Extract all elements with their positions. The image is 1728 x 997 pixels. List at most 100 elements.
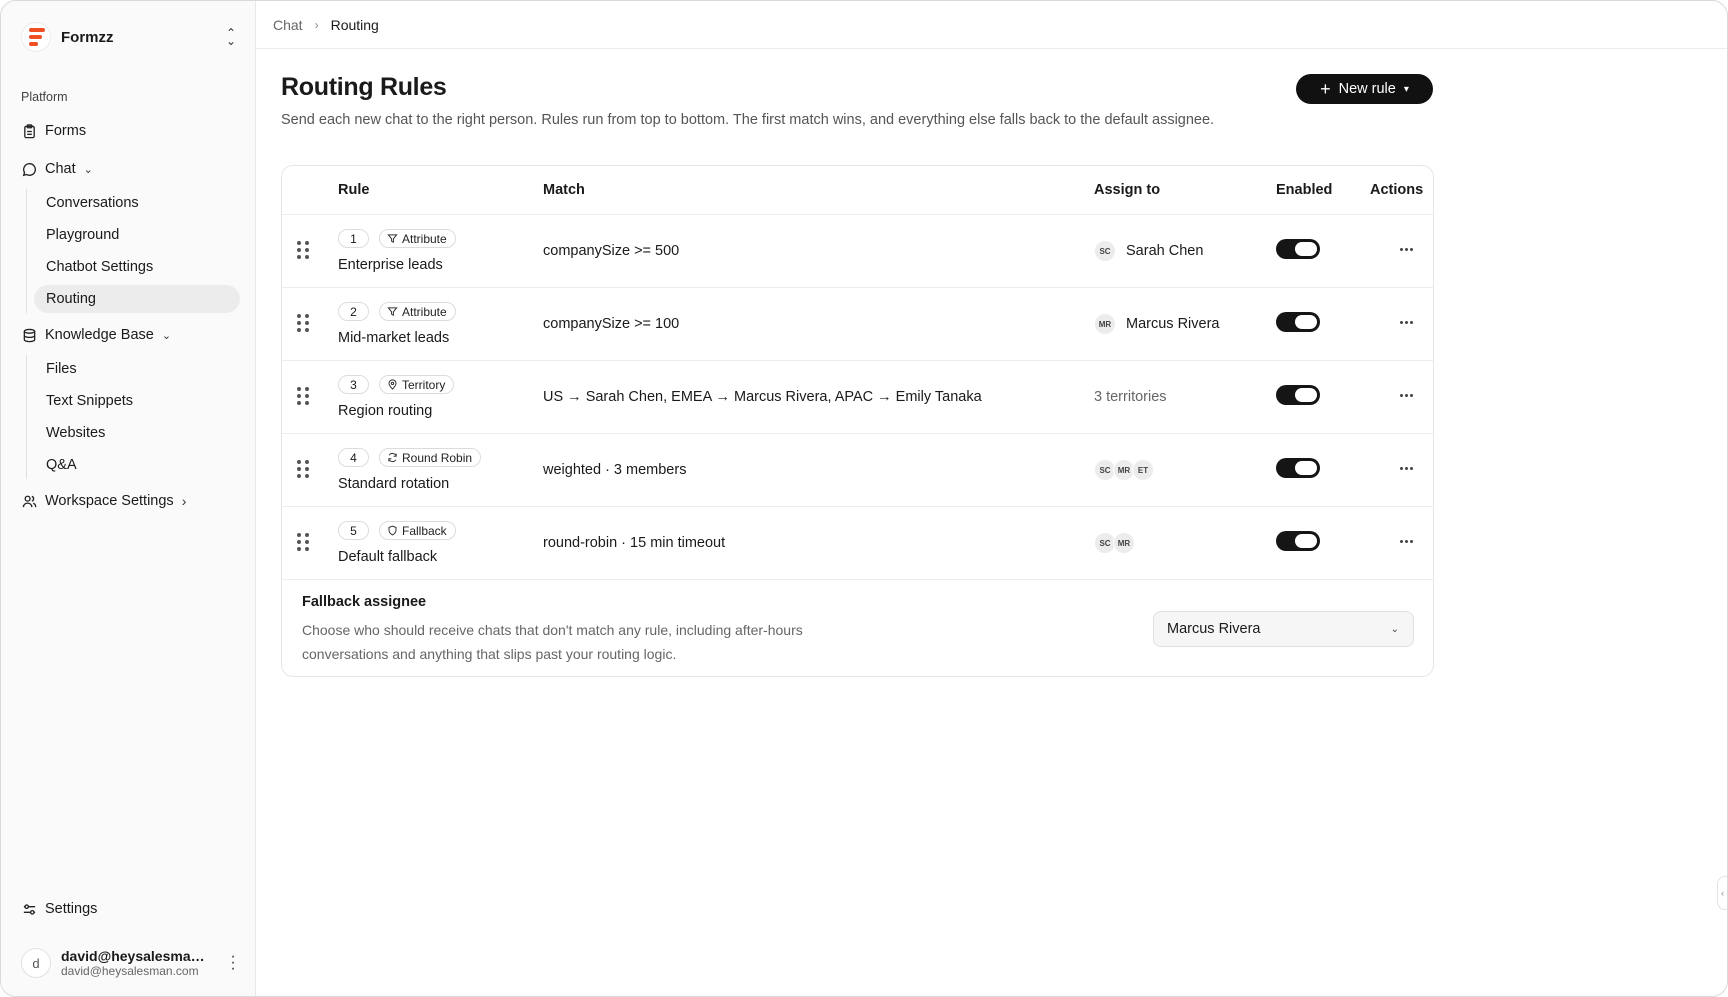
more-vertical-icon[interactable]: · · · xyxy=(225,949,241,977)
chevron-up-down-icon: ⌃ ⌄ xyxy=(225,26,237,48)
rule-assignee: SC Sarah Chen xyxy=(1094,239,1203,263)
rule-type-label: Round Robin xyxy=(402,450,473,465)
refresh-icon xyxy=(388,452,397,463)
fallback-assignee-section: Fallback assignee Choose who should rece… xyxy=(282,580,1433,676)
routing-rules-table: Rule Match Assign to Enabled Actions 1 A… xyxy=(281,165,1434,677)
chevron-down-icon: ⌄ xyxy=(161,329,172,342)
avatar: d xyxy=(21,948,51,978)
nav-tree-line xyxy=(26,189,27,313)
rule-name: Enterprise leads xyxy=(338,257,443,273)
rule-order-badge: 5 xyxy=(338,521,369,540)
more-horizontal-icon[interactable] xyxy=(1394,312,1418,332)
plus-icon: + xyxy=(1320,79,1331,99)
fallback-assignee-select[interactable]: Marcus Rivera ⌄ xyxy=(1153,611,1414,647)
rule-type-badge: Attribute xyxy=(379,302,456,321)
sidebar: Formzz ⌃ ⌄ Platform Forms Chat ⌄ Conversa… xyxy=(1,1,256,996)
sidebar-item-conversations[interactable]: Conversations xyxy=(34,189,240,217)
table-header: Rule Match Assign to Enabled Actions xyxy=(282,166,1433,215)
clipboard-icon xyxy=(21,123,37,139)
sidebar-item-knowledge-base[interactable]: Knowledge Base ⌄ xyxy=(21,321,171,349)
more-horizontal-icon[interactable] xyxy=(1394,458,1418,478)
rule-match: companySize >= 500 xyxy=(543,243,680,259)
table-row: 2 Attribute Mid-market leads companySize… xyxy=(282,288,1433,361)
column-header-match: Match xyxy=(543,182,585,198)
rule-match: weighted · 3 members xyxy=(543,462,687,478)
user-name: david@heysalesman.com xyxy=(61,948,211,964)
page-title: Routing Rules xyxy=(281,73,447,101)
sidebar-item-label: Knowledge Base xyxy=(45,327,154,343)
rule-match: US → Sarah Chen, EMEA → Marcus Rivera, A… xyxy=(543,389,982,405)
chevron-down-icon: ▾ xyxy=(1403,83,1409,95)
drag-handle-icon[interactable] xyxy=(297,533,309,551)
sidebar-item-chatbot-settings[interactable]: Chatbot Settings xyxy=(34,253,240,281)
column-header-rule: Rule xyxy=(338,182,370,198)
sidebar-item-settings[interactable]: Settings xyxy=(21,895,97,923)
sidebar-item-forms[interactable]: Forms xyxy=(21,117,86,145)
formzz-logo xyxy=(21,22,51,52)
rule-type-label: Attribute xyxy=(402,231,447,246)
rule-match: round-robin · 15 min timeout xyxy=(543,535,726,551)
chevron-right-icon: › xyxy=(181,493,187,509)
new-rule-button[interactable]: + New rule ▾ xyxy=(1296,74,1433,104)
user-email: david@heysalesman.com xyxy=(61,964,199,978)
rule-name: Default fallback xyxy=(338,549,438,565)
drag-handle-icon[interactable] xyxy=(297,241,309,259)
rule-enabled-toggle[interactable] xyxy=(1276,312,1320,332)
column-header-assign-to: Assign to xyxy=(1094,182,1161,198)
sidebar-item-chat[interactable]: Chat ⌄ xyxy=(21,155,93,183)
table-row: 4 Round Robin Standard rotation weighted… xyxy=(282,434,1433,507)
chevron-down-icon: ⌄ xyxy=(83,163,93,176)
avatar: MR xyxy=(1094,313,1116,335)
user-menu[interactable]: d david@heysalesman.com david@heysalesma… xyxy=(21,945,241,981)
workspace-switcher[interactable]: Formzz ⌃ ⌄ xyxy=(21,21,241,53)
sidebar-item-routing[interactable]: Routing xyxy=(34,285,240,313)
rule-type-label: Territory xyxy=(402,377,446,392)
sidebar-item-playground[interactable]: Playground xyxy=(34,221,240,249)
sidebar-item-websites[interactable]: Websites xyxy=(34,419,240,447)
drag-handle-icon[interactable] xyxy=(297,314,309,332)
table-row: 3 Territory Region routing US → Sarah Ch… xyxy=(282,361,1433,434)
rule-enabled-toggle[interactable] xyxy=(1276,239,1320,259)
chat-bubble-icon xyxy=(21,161,37,177)
rule-name: Region routing xyxy=(338,403,433,419)
rule-type-badge: Territory xyxy=(379,375,455,394)
rule-type-badge: Attribute xyxy=(379,229,456,248)
column-header-enabled: Enabled xyxy=(1276,182,1333,198)
avatar: SC xyxy=(1094,240,1116,262)
nav-tree-line xyxy=(26,355,27,479)
nav-section-label: Platform xyxy=(21,90,68,104)
rule-enabled-toggle[interactable] xyxy=(1276,458,1320,478)
more-horizontal-icon[interactable] xyxy=(1394,531,1418,551)
sidebar-item-files[interactable]: Files xyxy=(34,355,240,383)
rule-order-badge: 4 xyxy=(338,448,369,467)
rule-enabled-toggle[interactable] xyxy=(1276,385,1320,405)
rule-enabled-toggle[interactable] xyxy=(1276,531,1320,551)
more-horizontal-icon[interactable] xyxy=(1394,385,1418,405)
assignee-summary: 3 territories xyxy=(1094,389,1167,405)
filter-icon xyxy=(387,234,398,243)
shield-icon xyxy=(388,525,397,536)
drag-handle-icon[interactable] xyxy=(297,387,309,405)
sidebar-item-text-snippets[interactable]: Text Snippets xyxy=(34,387,240,415)
new-rule-label: New rule xyxy=(1338,81,1396,97)
sidebar-item-label: Workspace Settings xyxy=(45,493,174,509)
drag-handle-icon[interactable] xyxy=(297,460,309,478)
rule-match: companySize >= 100 xyxy=(543,316,680,332)
rule-type-badge: Round Robin xyxy=(379,448,482,467)
more-horizontal-icon[interactable] xyxy=(1394,239,1418,259)
sidebar-item-label: Chat xyxy=(45,161,76,177)
page-subtitle: Send each new chat to the right person. … xyxy=(281,112,1215,128)
database-icon xyxy=(21,327,37,343)
avatar: MR xyxy=(1113,532,1135,554)
chevron-right-icon: › xyxy=(314,17,319,32)
breadcrumb-parent[interactable]: Chat xyxy=(273,17,303,33)
rule-assignee-stack: SC MR xyxy=(1094,531,1135,555)
rule-order-badge: 1 xyxy=(338,229,369,248)
fallback-selected-value: Marcus Rivera xyxy=(1167,621,1261,637)
rule-assignee-stack: SC MR ET xyxy=(1094,458,1154,482)
rule-type-label: Fallback xyxy=(402,523,447,538)
sidebar-item-workspace-settings[interactable]: Workspace Settings › xyxy=(21,487,186,515)
sidebar-item-qa[interactable]: Q&A xyxy=(34,451,240,479)
app-window: Formzz ⌃ ⌄ Platform Forms Chat ⌄ Conversa… xyxy=(0,0,1728,997)
panel-collapse-handle[interactable]: ‹ xyxy=(1717,876,1727,910)
